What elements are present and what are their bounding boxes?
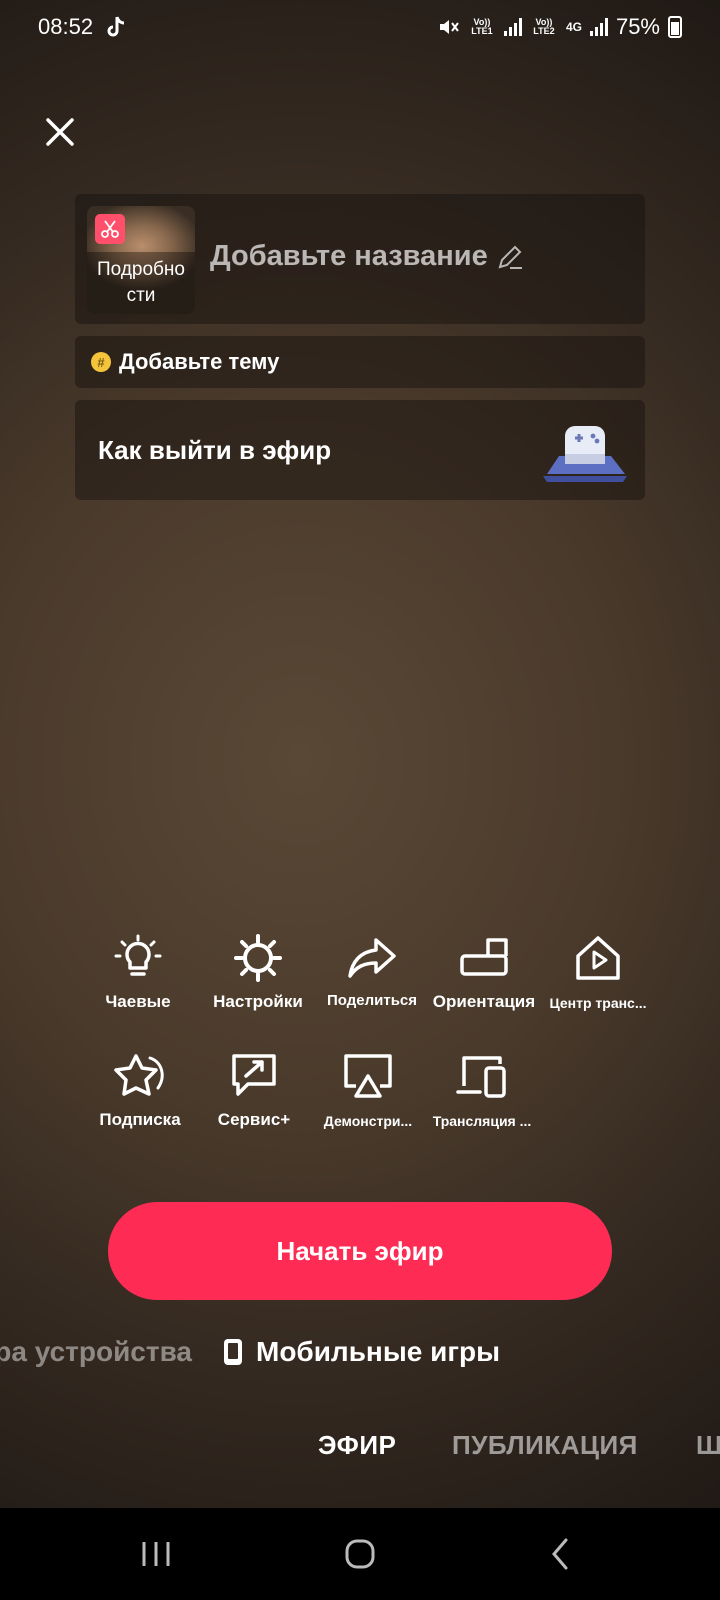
recent-apps-icon[interactable] — [126, 1532, 186, 1576]
gear-icon — [234, 934, 282, 982]
start-live-button[interactable]: Начать эфир — [108, 1202, 612, 1300]
golive-label: Как выйти в эфир — [98, 434, 332, 465]
subscription-star-icon — [114, 1054, 164, 1096]
tool-orientation[interactable]: Ориентация — [426, 930, 542, 1012]
bottom-tabs: ЭФИР ПУБЛИКАЦИЯ Ш — [0, 1430, 720, 1470]
status-bar: 08:52 Vo)) LTE1 Vo)) LTE2 4G 75% — [0, 0, 720, 54]
tool-label: Сервис+ — [217, 1110, 291, 1129]
status-left: 08:52 — [38, 14, 127, 40]
broadcast-center-icon — [576, 936, 620, 980]
add-topic-button[interactable]: # Добавьте тему — [75, 336, 645, 388]
system-nav-bar — [0, 1508, 720, 1600]
multi-device-icon — [456, 1056, 506, 1098]
share-icon — [348, 938, 396, 978]
tiktok-icon — [107, 16, 125, 37]
tool-service-plus[interactable]: Сервис+ — [196, 1048, 312, 1130]
tool-tips[interactable]: Чаевые — [80, 930, 196, 1012]
mode-current[interactable]: Мобильные игры — [224, 1336, 500, 1368]
mode-current-label: Мобильные игры — [256, 1336, 501, 1367]
tool-subscription[interactable]: Подписка — [82, 1048, 198, 1130]
tool-label: Демонстри... — [323, 1113, 413, 1129]
cover-thumbnail[interactable]: Подробно сти — [87, 206, 195, 314]
lightbulb-icon — [114, 934, 162, 976]
tool-label: Настройки — [213, 992, 303, 1011]
clock: 08:52 — [38, 14, 94, 39]
battery-icon — [668, 16, 682, 38]
pencil-icon — [498, 245, 522, 269]
tool-broadcast-center[interactable]: Центр транс... — [540, 930, 656, 1011]
thumbnail-label: Подробно сти — [87, 252, 195, 314]
battery-percent: 75% — [615, 14, 660, 39]
tab-post[interactable]: ПУБЛИКАЦИЯ — [452, 1430, 638, 1461]
tool-label: Подписка — [99, 1110, 181, 1129]
close-icon[interactable] — [40, 112, 80, 152]
tab-next[interactable]: Ш — [696, 1430, 720, 1461]
title-input[interactable]: Добавьте название — [210, 240, 524, 273]
status-right: Vo)) LTE1 Vo)) LTE2 4G 75% — [438, 14, 682, 40]
tool-label: Центр транс... — [549, 995, 647, 1011]
hashtag-icon: # — [91, 352, 111, 372]
service-plus-icon — [232, 1054, 276, 1096]
topic-label: Добавьте тему — [119, 349, 280, 374]
network-label: 4G — [565, 19, 582, 34]
how-to-go-live-banner[interactable]: Как выйти в эфир — [75, 400, 645, 500]
orientation-icon — [460, 938, 508, 976]
tool-multi-device[interactable]: Трансляция ... — [424, 1048, 540, 1129]
title-card: Подробно сти Добавьте название — [75, 194, 645, 324]
phone-icon — [224, 1339, 242, 1365]
tool-label: Поделиться — [326, 992, 418, 1009]
tool-label: Ориентация — [432, 992, 536, 1011]
tool-label: Трансляция ... — [432, 1113, 532, 1129]
title-placeholder: Добавьте название — [210, 240, 488, 272]
tool-screen-share[interactable]: Демонстри... — [310, 1048, 426, 1129]
tool-settings[interactable]: Настройки — [200, 930, 316, 1012]
home-icon[interactable] — [330, 1532, 390, 1576]
tool-label: Чаевые — [105, 992, 171, 1011]
sim2-label: Vo)) LTE2 — [533, 17, 555, 36]
game-controller-illustration-icon — [543, 426, 627, 482]
mode-previous[interactable]: ра устройства — [0, 1336, 192, 1368]
back-icon[interactable] — [530, 1532, 590, 1576]
scissors-icon[interactable] — [95, 214, 125, 244]
signal-icon — [503, 18, 522, 36]
mode-selector[interactable]: ра устройства Мобильные игры — [0, 1330, 720, 1380]
mute-icon — [439, 20, 459, 34]
sim1-label: Vo)) LTE1 — [471, 17, 493, 36]
screen-cast-icon — [344, 1054, 392, 1098]
tool-share[interactable]: Поделиться — [314, 930, 430, 1009]
tab-live[interactable]: ЭФИР — [318, 1430, 396, 1461]
signal-icon — [589, 18, 608, 36]
